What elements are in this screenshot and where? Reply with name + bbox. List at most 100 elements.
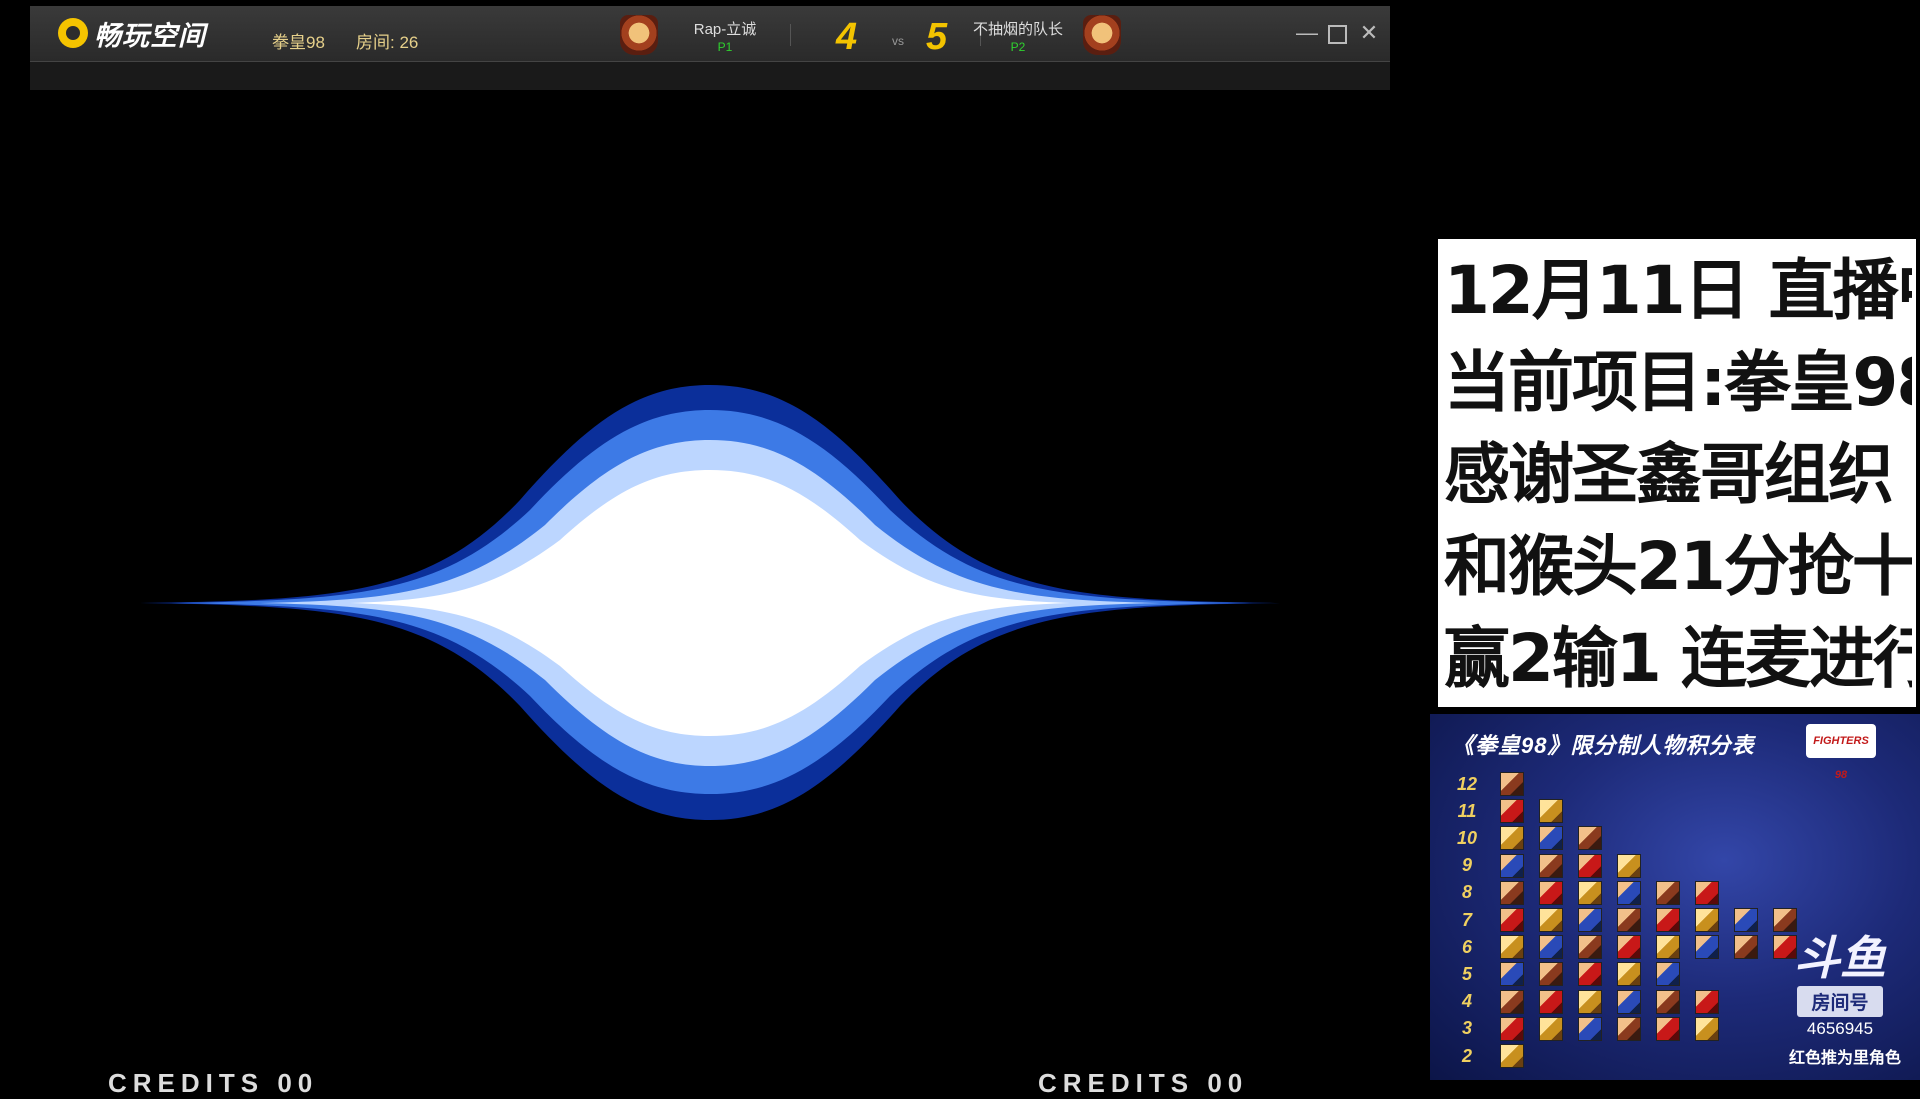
row-points: 9: [1461, 855, 1472, 876]
roster-row: 9: [1452, 853, 1641, 878]
info-line: 赢2输1 连麦进行: [1444, 620, 1912, 697]
character-portrait: [1695, 935, 1719, 960]
character-portrait: [1656, 1016, 1680, 1041]
douyu-watermark: 斗鱼 房间号 4656945: [1770, 932, 1910, 1039]
character-portrait: [1656, 989, 1680, 1014]
portrait-list: [1500, 799, 1563, 824]
character-portrait: [1539, 935, 1563, 960]
character-portrait: [1617, 935, 1641, 960]
row-points: 7: [1461, 909, 1472, 930]
info-line: 感谢圣鑫哥组织: [1444, 436, 1894, 513]
roster-row: 8: [1452, 880, 1719, 905]
app-name: 畅玩空间: [94, 20, 206, 51]
character-portrait: [1539, 799, 1563, 824]
character-portrait: [1500, 853, 1524, 878]
roster-title: 《拳皇98》限分制人物积分表: [1452, 733, 1755, 758]
character-portrait: [1578, 962, 1602, 987]
character-portrait: [1578, 853, 1602, 878]
toolbar-strip: [30, 62, 1390, 90]
portrait-list: [1500, 880, 1719, 905]
roster-row: 7: [1452, 908, 1797, 932]
divider: [790, 24, 791, 46]
gamepad-icon: [58, 18, 88, 48]
stream-info-panel: 12月11日 直播中 当前项目:拳皇98 感谢圣鑫哥组织 和猴头21分抢十 赢2…: [1438, 239, 1916, 707]
row-points: 10: [1456, 827, 1478, 848]
character-points-table: 《拳皇98》限分制人物积分表 FIGHTERS 98 12 11 10 9 8 7 6 5 4 3…: [1430, 714, 1920, 1080]
roster-row: 10: [1452, 826, 1602, 851]
close-button[interactable]: ✕: [1356, 20, 1382, 46]
character-portrait: [1617, 1016, 1641, 1041]
character-portrait: [1500, 962, 1524, 987]
character-portrait: [1500, 1016, 1524, 1041]
roster-row: 11: [1452, 799, 1563, 824]
portrait-list: [1500, 935, 1797, 960]
minimize-button[interactable]: —: [1294, 20, 1320, 46]
character-portrait: [1695, 880, 1719, 905]
app-logo: 畅玩空间: [58, 18, 206, 51]
info-line: 当前项目:拳皇98: [1444, 344, 1912, 421]
character-portrait: [1500, 989, 1524, 1014]
portrait-list: [1500, 772, 1524, 796]
character-portrait: [1617, 880, 1641, 905]
row-points: 6: [1461, 936, 1472, 957]
player1-tag: P1: [717, 40, 733, 54]
character-portrait: [1656, 935, 1680, 960]
roster-row: 12: [1452, 772, 1524, 796]
player1-avatar: [620, 15, 658, 55]
character-portrait: [1578, 989, 1602, 1014]
row-points: 3: [1461, 1018, 1472, 1039]
character-portrait: [1539, 826, 1563, 851]
credits-left: CREDITS 00: [108, 1068, 319, 1098]
emulator-window: 畅玩空间 拳皇98 房间: 26 Rap-立诚 P1 4 vs 5 不抽烟的队长…: [30, 6, 1390, 90]
character-portrait: [1578, 880, 1602, 905]
row-points: 8: [1461, 882, 1472, 903]
info-line: 12月11日 直播中: [1444, 252, 1912, 329]
character-portrait: [1617, 989, 1641, 1014]
character-portrait: [1539, 989, 1563, 1014]
energy-burst-effect: [140, 385, 1280, 820]
character-portrait: [1617, 962, 1641, 987]
character-portrait: [1617, 908, 1641, 932]
player1-score: 4: [836, 16, 858, 58]
character-portrait: [1539, 853, 1563, 878]
title-bar: 畅玩空间 拳皇98 房间: 26 Rap-立诚 P1 4 vs 5 不抽烟的队长…: [30, 6, 1390, 62]
roster-row: 3: [1452, 1016, 1719, 1041]
character-portrait: [1656, 880, 1680, 905]
character-portrait: [1578, 826, 1602, 851]
character-portrait: [1734, 908, 1758, 932]
character-portrait: [1539, 962, 1563, 987]
roster-row: 4: [1452, 989, 1719, 1014]
maximize-button[interactable]: [1324, 20, 1350, 46]
character-portrait: [1773, 908, 1797, 932]
character-portrait: [1578, 908, 1602, 932]
row-points: 2: [1461, 1045, 1472, 1066]
portrait-list: [1500, 962, 1680, 987]
row-points: 12: [1456, 773, 1478, 794]
character-portrait: [1578, 1016, 1602, 1041]
roster-row: 6: [1452, 935, 1797, 960]
character-portrait: [1695, 989, 1719, 1014]
vs-label: vs: [892, 34, 904, 48]
douyu-room-label: 房间号: [1797, 986, 1883, 1017]
character-portrait: [1578, 935, 1602, 960]
character-portrait: [1500, 1044, 1524, 1068]
character-portrait: [1500, 908, 1524, 932]
maximize-icon: [1327, 25, 1347, 44]
info-line: 和猴头21分抢十: [1444, 528, 1912, 605]
kof98-logo: FIGHTERS 98: [1806, 724, 1876, 781]
portrait-list: [1500, 1044, 1524, 1068]
character-portrait: [1656, 908, 1680, 932]
character-portrait: [1500, 935, 1524, 960]
character-portrait: [1695, 908, 1719, 932]
portrait-list: [1500, 989, 1719, 1014]
player2-avatar: [1083, 15, 1121, 55]
roster-row: 2: [1452, 1044, 1524, 1068]
character-portrait: [1539, 880, 1563, 905]
roster-row: 5: [1452, 962, 1680, 987]
portrait-list: [1500, 853, 1641, 878]
douyu-room-number: 4656945: [1806, 1019, 1874, 1038]
row-points: 11: [1457, 800, 1477, 821]
game-name: 拳皇98: [272, 33, 325, 52]
room-number: 房间: 26: [356, 33, 419, 52]
character-portrait: [1500, 799, 1524, 824]
